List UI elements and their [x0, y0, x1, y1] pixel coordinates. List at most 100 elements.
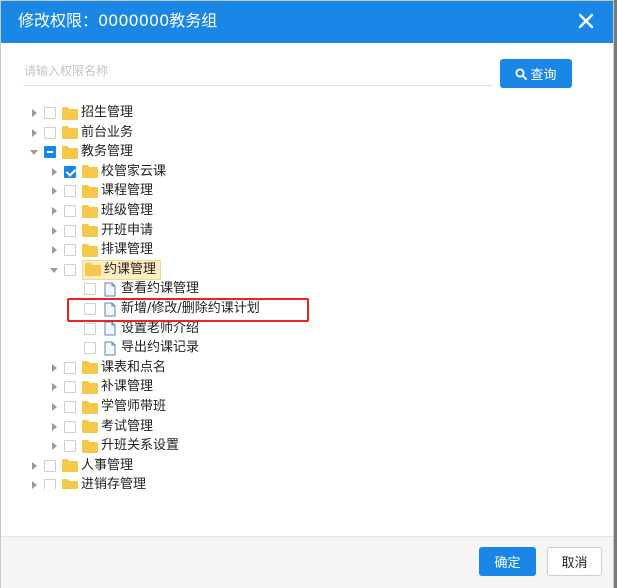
tree-node-label: 进销存管理 [81, 477, 147, 489]
folder-icon [85, 263, 101, 277]
tree-node[interactable]: 教务管理 [62, 143, 133, 161]
ok-button[interactable]: 确定 [479, 547, 536, 576]
tree-node[interactable]: 查看约课管理 [102, 280, 199, 298]
tree-row[interactable]: 课程管理 [49, 181, 153, 201]
tree-node[interactable]: 班级管理 [82, 202, 153, 220]
tree-checkbox[interactable] [44, 479, 56, 489]
tree-row[interactable]: 导出约课记录 [69, 338, 199, 358]
dialog-titlebar: 修改权限：0000000教务组 [1, 1, 613, 43]
tree-node-label: 教务管理 [81, 144, 134, 160]
tree-row[interactable]: 校管家云课 [49, 162, 166, 182]
tree-checkbox[interactable] [44, 146, 56, 159]
tree-row[interactable]: 课表和点名 [49, 358, 166, 378]
caret-right-icon[interactable] [49, 167, 59, 177]
tree-node[interactable]: 排课管理 [82, 241, 153, 259]
tree-node[interactable]: 进销存管理 [62, 476, 146, 489]
tree-row[interactable]: 教务管理 [29, 142, 133, 162]
tree-node[interactable]: 校管家云课 [82, 163, 166, 181]
folder-icon [62, 145, 78, 159]
folder-icon [62, 459, 78, 473]
tree-row[interactable]: 前台业务 [29, 123, 133, 143]
annotation-highlight-box [67, 298, 309, 322]
tree-row[interactable]: 班级管理 [49, 201, 153, 221]
caret-down-icon[interactable] [49, 265, 59, 275]
tree-node[interactable]: 约课管理 [82, 259, 162, 280]
document-icon [104, 341, 116, 356]
caret-right-icon[interactable] [49, 422, 59, 432]
tree-node[interactable]: 前台业务 [62, 124, 133, 142]
tree-checkbox[interactable] [64, 381, 76, 394]
tree-node[interactable]: 课程管理 [82, 182, 153, 200]
tree-node[interactable]: 课表和点名 [82, 359, 166, 377]
tree-node[interactable]: 导出约课记录 [102, 339, 199, 357]
tree-checkbox[interactable] [44, 107, 56, 119]
tree-node[interactable]: 设置老师介绍 [102, 320, 199, 338]
folder-icon [62, 478, 78, 489]
tree-node[interactable]: 学管师带班 [82, 398, 166, 416]
tree-row[interactable]: 补课管理 [49, 377, 153, 397]
close-icon[interactable] [576, 11, 596, 31]
tree-checkbox[interactable] [84, 322, 96, 335]
dialog-footer: 确定 取消 [1, 536, 613, 588]
tree-node-label: 约课管理 [104, 261, 157, 277]
cancel-button[interactable]: 取消 [547, 547, 602, 576]
query-button-label: 查询 [530, 68, 557, 83]
caret-down-icon[interactable] [29, 147, 39, 157]
tree-node-label: 考试管理 [101, 418, 154, 434]
tree-node[interactable]: 补课管理 [82, 378, 153, 396]
tree-checkbox[interactable] [64, 185, 76, 198]
tree-node[interactable]: 考试管理 [82, 418, 153, 436]
folder-icon [62, 106, 78, 120]
search-input[interactable] [23, 59, 494, 83]
folder-icon [82, 204, 98, 218]
search-icon [515, 68, 528, 80]
caret-right-icon[interactable] [49, 363, 59, 373]
tree-row[interactable]: 排课管理 [49, 240, 153, 260]
permission-tree: 招生管理前台业务教务管理校管家云课 课程管理班级管理开班申请排课管理约课管理查看约… [23, 101, 593, 489]
document-icon [104, 282, 116, 297]
caret-right-icon[interactable] [49, 206, 59, 216]
tree-checkbox[interactable] [64, 165, 76, 178]
tree-checkbox[interactable] [64, 401, 76, 413]
tree-checkbox[interactable] [64, 224, 76, 237]
caret-right-icon[interactable] [49, 186, 59, 196]
tree-row[interactable]: 约课管理 [49, 259, 162, 280]
tree-checkbox[interactable] [84, 283, 96, 296]
tree-row[interactable]: 查看约课管理 [69, 279, 199, 299]
caret-right-icon[interactable] [49, 441, 59, 451]
tree-node-label: 排课管理 [101, 242, 154, 258]
caret-right-icon[interactable] [49, 245, 59, 255]
tree-node[interactable]: 开班申请 [82, 222, 153, 240]
tree-checkbox[interactable] [64, 420, 76, 433]
caret-right-icon[interactable] [29, 128, 39, 138]
tree-checkbox[interactable] [44, 459, 56, 472]
tree-row[interactable]: 进销存管理 [29, 475, 146, 489]
caret-right-icon[interactable] [29, 461, 39, 471]
tree-node[interactable]: 升班关系设置 [82, 437, 179, 455]
tree-checkbox[interactable] [84, 342, 96, 355]
tree-checkbox[interactable] [64, 361, 76, 374]
folder-icon [82, 165, 98, 179]
tree-row[interactable]: 考试管理 [49, 417, 153, 437]
caret-right-icon[interactable] [49, 226, 59, 236]
tree-row[interactable]: 人事管理 [29, 456, 133, 476]
tree-checkbox[interactable] [44, 126, 56, 139]
tree-row[interactable]: 学管师带班 [49, 397, 166, 417]
caret-right-icon[interactable] [49, 382, 59, 392]
tree-node[interactable]: 人事管理 [62, 457, 133, 475]
tree-checkbox[interactable] [64, 244, 76, 257]
tree-checkbox[interactable] [64, 440, 76, 453]
caret-right-icon[interactable] [29, 480, 39, 489]
caret-right-icon[interactable] [29, 108, 39, 118]
folder-icon [82, 361, 98, 375]
tree-row[interactable]: 升班关系设置 [49, 436, 179, 456]
tree-checkbox[interactable] [64, 205, 76, 217]
query-button[interactable]: 查询 [500, 59, 572, 88]
caret-right-icon[interactable] [49, 402, 59, 412]
tree-node-label: 学管师带班 [101, 399, 167, 414]
tree-node[interactable]: 招生管理 [62, 104, 133, 122]
tree-row[interactable]: 开班申请 [49, 221, 153, 241]
permission-dialog: 修改权限：0000000教务组 查询 招生管理前台业务教务管理校管家云课课程管理… [0, 0, 614, 588]
tree-checkbox[interactable] [64, 263, 76, 276]
tree-row[interactable]: 招生管理 [29, 103, 133, 123]
